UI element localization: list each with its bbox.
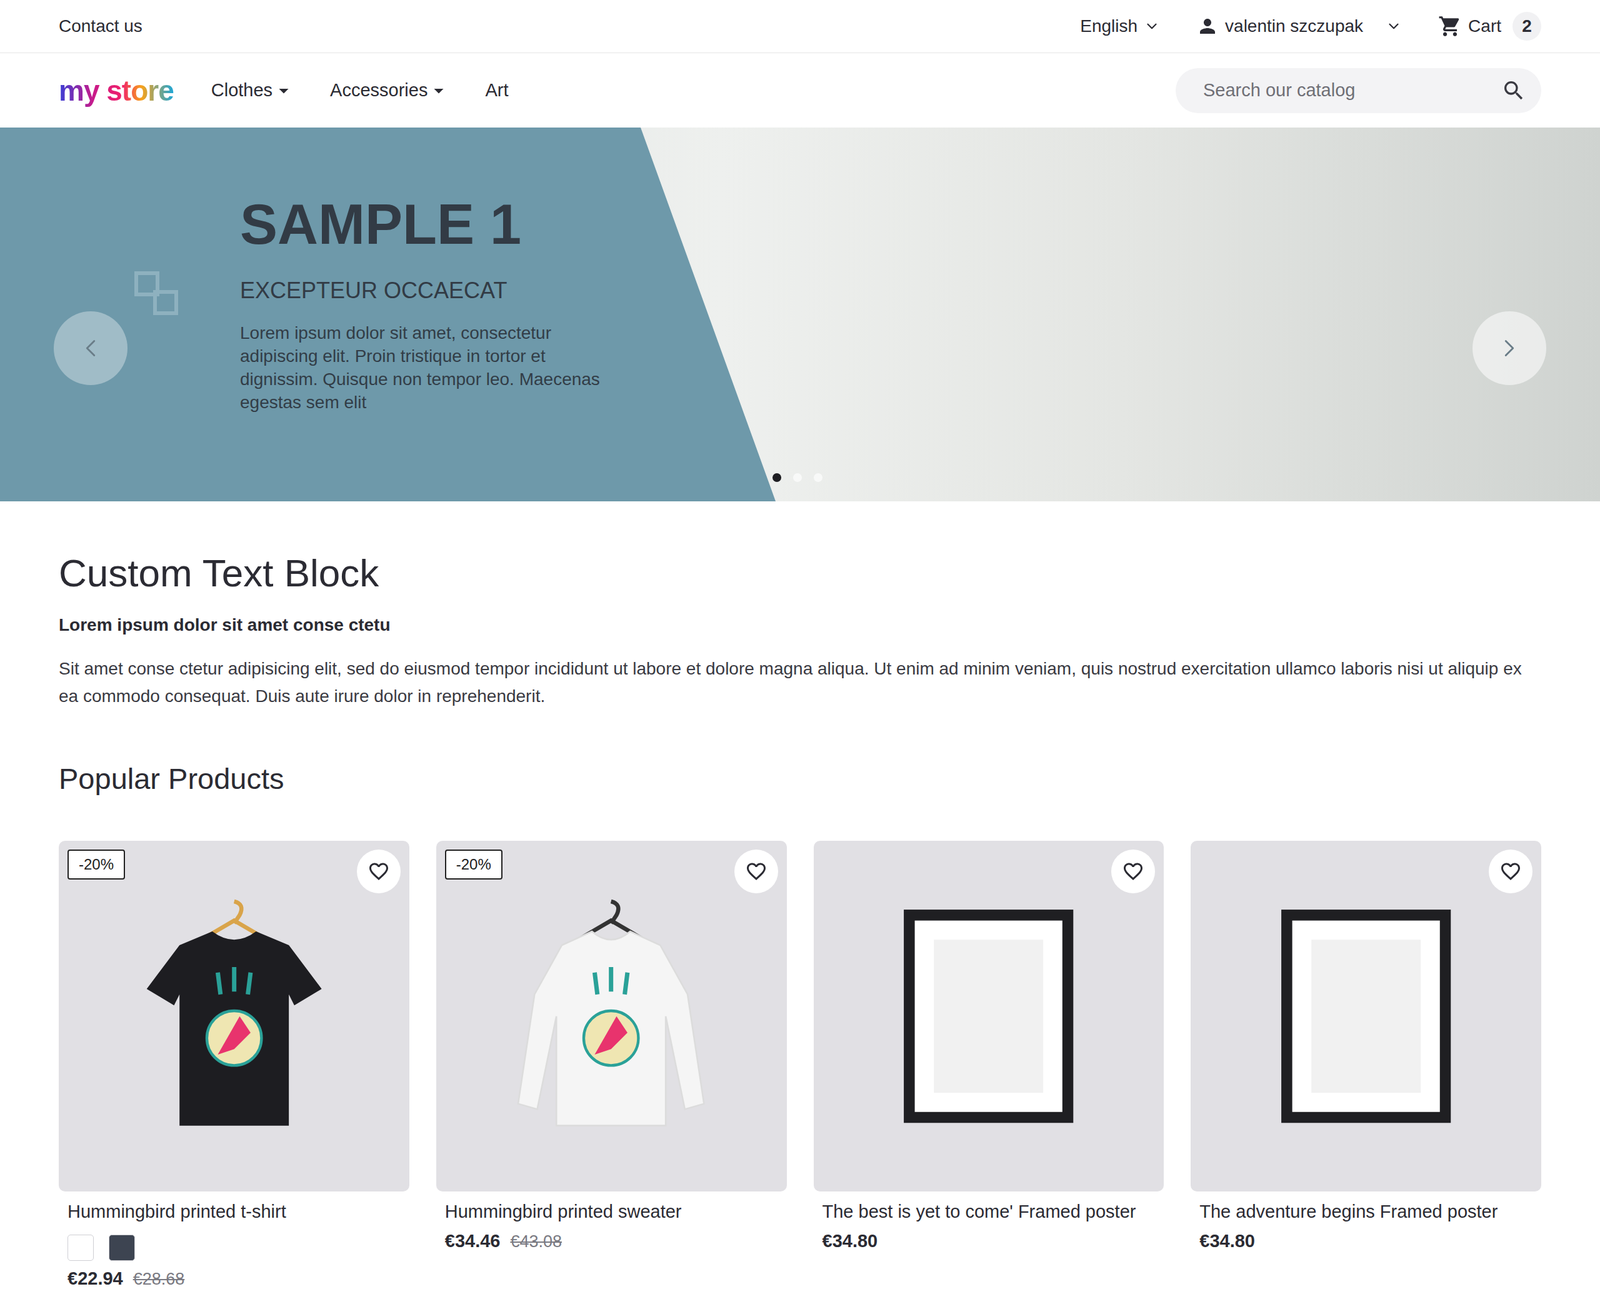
price: €34.80: [1199, 1230, 1255, 1252]
user-icon: [1196, 15, 1219, 38]
nav-item[interactable]: Accessories: [330, 79, 450, 102]
wishlist-button[interactable]: [1488, 849, 1533, 894]
slider-dot[interactable]: [793, 473, 802, 482]
discount-badge: -20%: [445, 849, 503, 880]
heart-icon: [1121, 860, 1145, 883]
product-name[interactable]: Hummingbird printed sweater: [436, 1200, 787, 1224]
price: €34.80: [822, 1230, 879, 1252]
search-box: [1175, 68, 1542, 114]
product-grid: -20% Hummingbird printed t-shirt €22.94 €28…: [58, 840, 1542, 1289]
product-image[interactable]: -20%: [58, 840, 410, 1192]
color-swatch[interactable]: [108, 1234, 135, 1261]
hero-caption: SAMPLE 1 EXCEPTEUR OCCAECAT Lorem ipsum do…: [0, 127, 776, 502]
wishlist-button[interactable]: [1111, 849, 1155, 894]
caret-down-icon: [272, 79, 295, 102]
top-bar-actions: English valentin szczupak Cart2: [1080, 11, 1542, 41]
discount-badge: -20%: [67, 849, 125, 880]
slider-dot[interactable]: [813, 473, 823, 482]
slider-dot[interactable]: [772, 473, 782, 482]
product-card: The adventure begins Framed poster €34.80: [1190, 840, 1542, 1289]
squares-icon: [134, 271, 180, 317]
nav-item[interactable]: Art: [485, 80, 509, 101]
hero-title: SAMPLE 1: [240, 196, 776, 253]
caret-down-icon: [427, 79, 450, 102]
heart-icon: [367, 860, 390, 883]
search-icon[interactable]: [1501, 78, 1527, 104]
cart-button[interactable]: Cart2: [1438, 11, 1542, 41]
next-slide-button[interactable]: [1472, 311, 1547, 385]
price: €34.46: [445, 1230, 501, 1252]
price-row: €34.46 €43.08: [436, 1230, 787, 1252]
main-nav: Clothes Accessories Art: [211, 79, 509, 102]
cart-icon: [1438, 14, 1462, 39]
custom-text-body: Sit amet conse ctetur adipisicing elit, …: [58, 655, 1542, 710]
header: my store Clothes Accessories Art: [0, 53, 1600, 128]
hero-slider: SAMPLE 1 EXCEPTEUR OCCAECAT Lorem ipsum do…: [0, 127, 1600, 502]
hero-text: Lorem ipsum dolor sit amet, consectetur …: [240, 321, 615, 414]
product-image[interactable]: -20%: [436, 840, 787, 1192]
language-selector[interactable]: English: [1080, 16, 1160, 37]
price-row: €34.80: [1190, 1230, 1542, 1252]
custom-text-lead: Lorem ipsum dolor sit amet conse ctetu: [58, 615, 1542, 635]
chevron-right-icon: [1495, 333, 1524, 363]
price: €22.94: [67, 1268, 124, 1289]
poster-image: [851, 879, 1125, 1153]
custom-text-title: Custom Text Block: [58, 550, 1542, 597]
slider-dots: [772, 473, 823, 482]
popular-products-title: Popular Products: [58, 761, 1542, 796]
top-bar: Contact us English valentin szczupak Cart2: [0, 0, 1600, 54]
wishlist-button[interactable]: [734, 849, 779, 894]
product-name[interactable]: Hummingbird printed t-shirt: [58, 1200, 410, 1224]
main-content: Custom Text Block Lorem ipsum dolor sit a…: [0, 501, 1600, 1308]
product-image[interactable]: [813, 840, 1165, 1192]
sweater-image: [474, 879, 748, 1153]
old-price: €43.08: [510, 1231, 562, 1252]
product-name[interactable]: The adventure begins Framed poster: [1190, 1200, 1542, 1224]
page: Contact us English valentin szczupak Cart2 m…: [0, 0, 1600, 1314]
logo[interactable]: my store: [58, 73, 174, 108]
chevron-down-icon: [1385, 18, 1402, 35]
product-card: -20% Hummingbird printed sweater €34.46 €43…: [436, 840, 787, 1289]
product-image[interactable]: [1190, 840, 1542, 1192]
product-card: -20% Hummingbird printed t-shirt €22.94 €28…: [58, 840, 410, 1289]
chevron-left-icon: [76, 333, 105, 363]
chevron-down-icon: [1143, 18, 1160, 35]
user-menu[interactable]: valentin szczupak: [1196, 15, 1402, 38]
search-input[interactable]: [1201, 79, 1494, 102]
contact-link[interactable]: Contact us: [58, 16, 143, 37]
product-name[interactable]: The best is yet to come' Framed poster: [813, 1200, 1165, 1224]
price-row: €22.94 €28.68: [58, 1268, 410, 1289]
poster-image: [1229, 879, 1503, 1153]
nav-item[interactable]: Clothes: [211, 79, 295, 102]
heart-icon: [1499, 860, 1522, 883]
product-card: The best is yet to come' Framed poster €3…: [813, 840, 1165, 1289]
hero-subtitle: EXCEPTEUR OCCAECAT: [240, 277, 776, 304]
color-swatches: [58, 1234, 410, 1261]
old-price: €28.68: [133, 1269, 185, 1289]
wishlist-button[interactable]: [356, 849, 401, 894]
previous-slide-button[interactable]: [53, 311, 128, 385]
cart-count: 2: [1512, 11, 1542, 41]
heart-icon: [745, 860, 768, 883]
price-row: €34.80: [813, 1230, 1165, 1252]
color-swatch[interactable]: [67, 1234, 94, 1261]
tshirt-image: [97, 879, 371, 1153]
